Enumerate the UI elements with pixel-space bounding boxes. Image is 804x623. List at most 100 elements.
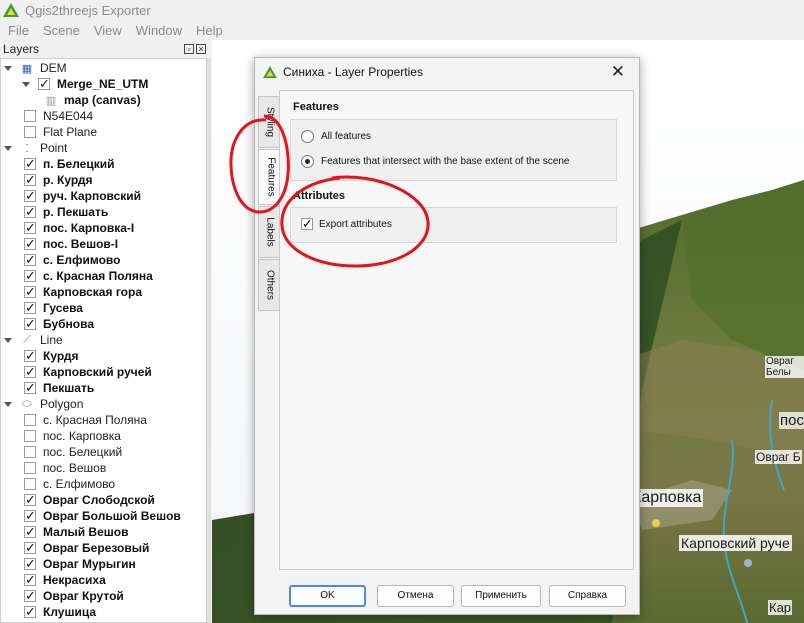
layer-row[interactable]: Овраг Мурыгин bbox=[24, 556, 136, 572]
layer-visibility-checkbox[interactable] bbox=[24, 348, 36, 364]
layer-visibility-checkbox[interactable] bbox=[24, 430, 36, 442]
layer-visibility-checkbox[interactable] bbox=[24, 236, 36, 252]
expand-arrow-icon[interactable] bbox=[4, 64, 12, 72]
layer-row[interactable]: Карповский ручей bbox=[24, 364, 152, 380]
apply-button[interactable]: Применить bbox=[461, 585, 541, 607]
dialog-button-row: OK Отмена Применить Справка bbox=[255, 585, 641, 609]
layer-tree: ▦ DEM Merge_NE_UTM▥ map (canvas) N54E044 Flat… bbox=[0, 58, 207, 623]
menu-help[interactable]: Help bbox=[196, 23, 223, 38]
layer-visibility-checkbox[interactable] bbox=[24, 572, 36, 588]
layer-visibility-checkbox[interactable] bbox=[24, 478, 36, 490]
layer-row[interactable]: пос. Вешов-I bbox=[24, 236, 118, 252]
close-panel-icon[interactable]: × bbox=[196, 44, 206, 54]
dialog-logo-icon bbox=[263, 66, 277, 78]
scene-label-karpovka: Карповка bbox=[630, 489, 704, 507]
layer-row[interactable]: Бубнова bbox=[24, 316, 94, 332]
layer-visibility-checkbox[interactable] bbox=[24, 110, 36, 122]
layer-row[interactable]: пос. Вешов bbox=[24, 460, 106, 476]
layer-row[interactable]: Некрасиха bbox=[24, 572, 106, 588]
annotation-circle-attributes bbox=[280, 175, 430, 268]
layer-tree-scrollbar[interactable] bbox=[207, 58, 211, 623]
layer-row[interactable]: Карповская гора bbox=[24, 284, 142, 300]
layer-row[interactable]: N54E044 bbox=[24, 108, 93, 124]
layer-label: Пекшать bbox=[43, 381, 95, 395]
close-icon[interactable]: ✕ bbox=[611, 62, 625, 82]
layer-visibility-checkbox[interactable] bbox=[24, 540, 36, 556]
layer-group-line[interactable]: ⟋ Line bbox=[4, 332, 63, 348]
layer-row[interactable]: пос. Белецкий bbox=[24, 444, 122, 460]
layer-row[interactable]: Гусева bbox=[24, 300, 83, 316]
expand-arrow-icon[interactable] bbox=[22, 80, 30, 88]
expand-arrow-icon[interactable] bbox=[4, 336, 12, 344]
layer-row[interactable]: Малый Вешов bbox=[24, 524, 128, 540]
layer-visibility-checkbox[interactable] bbox=[24, 364, 36, 380]
layer-row[interactable]: п. Белецкий bbox=[24, 156, 115, 172]
layer-visibility-checkbox[interactable] bbox=[24, 588, 36, 604]
layer-visibility-checkbox[interactable] bbox=[24, 204, 36, 220]
ok-button[interactable]: OK bbox=[289, 585, 366, 607]
layer-visibility-checkbox[interactable] bbox=[24, 172, 36, 188]
layer-row[interactable]: ▥ map (canvas) bbox=[44, 92, 141, 108]
cancel-button[interactable]: Отмена bbox=[377, 585, 454, 607]
radio-all-features[interactable]: All features bbox=[301, 130, 371, 143]
radio-intersect-features-circle[interactable] bbox=[301, 155, 314, 168]
layers-panel-title: Layers bbox=[3, 42, 40, 56]
expand-arrow-icon[interactable] bbox=[4, 400, 12, 408]
scene-label-karpovsky: Карповский руче bbox=[679, 535, 792, 551]
layer-row[interactable]: пос. Карповка-I bbox=[24, 220, 134, 236]
layer-visibility-checkbox[interactable] bbox=[24, 126, 36, 138]
layer-visibility-checkbox[interactable] bbox=[24, 156, 36, 172]
layer-row[interactable]: Овраг Березовый bbox=[24, 540, 149, 556]
layer-label: пос. Вешов-I bbox=[43, 237, 119, 251]
layer-visibility-checkbox[interactable] bbox=[24, 300, 36, 316]
layer-visibility-checkbox[interactable] bbox=[24, 252, 36, 268]
menu-view[interactable]: View bbox=[94, 23, 122, 38]
layer-label: Некрасиха bbox=[43, 573, 106, 587]
radio-intersect-features[interactable]: Features that intersect with the base ex… bbox=[301, 155, 569, 168]
karpovka-marker bbox=[652, 519, 660, 527]
layer-visibility-checkbox[interactable] bbox=[24, 508, 36, 524]
layer-row[interactable]: Клушица bbox=[24, 604, 96, 620]
layer-visibility-checkbox[interactable] bbox=[38, 76, 50, 92]
layer-visibility-checkbox[interactable] bbox=[24, 462, 36, 474]
layer-row[interactable]: с. Красная Поляна bbox=[24, 268, 153, 284]
layer-row[interactable]: р. Курдя bbox=[24, 172, 93, 188]
layer-group-polygon[interactable]: ⬭ Polygon bbox=[4, 396, 83, 412]
layer-row[interactable]: р. Пекшать bbox=[24, 204, 108, 220]
layer-visibility-checkbox[interactable] bbox=[24, 524, 36, 540]
layer-visibility-checkbox[interactable] bbox=[24, 268, 36, 284]
layer-visibility-checkbox[interactable] bbox=[24, 446, 36, 458]
menu-window[interactable]: Window bbox=[136, 23, 182, 38]
radio-all-features-circle[interactable] bbox=[301, 130, 314, 143]
menu-file[interactable]: File bbox=[8, 23, 29, 38]
layer-row[interactable]: с. Елфимово bbox=[24, 476, 115, 492]
layer-visibility-checkbox[interactable] bbox=[24, 220, 36, 236]
layer-visibility-checkbox[interactable] bbox=[24, 284, 36, 300]
layer-row[interactable]: Курдя bbox=[24, 348, 79, 364]
layer-row[interactable]: Овраг Слободской bbox=[24, 492, 155, 508]
layer-visibility-checkbox[interactable] bbox=[24, 188, 36, 204]
expand-arrow-icon[interactable] bbox=[4, 144, 12, 152]
menu-scene[interactable]: Scene bbox=[43, 23, 80, 38]
layer-visibility-checkbox[interactable] bbox=[24, 492, 36, 508]
layer-visibility-checkbox[interactable] bbox=[24, 414, 36, 426]
layer-row[interactable]: руч. Карповский bbox=[24, 188, 141, 204]
layer-row[interactable]: с. Елфимово bbox=[24, 252, 120, 268]
layer-visibility-checkbox[interactable] bbox=[24, 604, 36, 620]
layer-visibility-checkbox[interactable] bbox=[24, 556, 36, 572]
layer-visibility-checkbox[interactable] bbox=[24, 380, 36, 396]
layer-row[interactable]: Овраг Большой Вешов bbox=[24, 508, 181, 524]
layer-label: с. Елфимово bbox=[43, 253, 121, 267]
help-button[interactable]: Справка bbox=[549, 585, 626, 607]
layer-row[interactable]: Овраг Крутой bbox=[24, 588, 124, 604]
layer-visibility-checkbox[interactable] bbox=[24, 316, 36, 332]
layer-group-point[interactable]: ⁚ Point bbox=[4, 140, 67, 156]
layer-row[interactable]: с. Красная Поляна bbox=[24, 412, 147, 428]
layer-group-dem[interactable]: ▦ DEM bbox=[4, 60, 67, 76]
layer-row[interactable]: Flat Plane bbox=[24, 124, 97, 140]
layer-label: р. Курдя bbox=[43, 173, 93, 187]
layer-row[interactable]: пос. Карповка bbox=[24, 428, 121, 444]
float-panel-icon[interactable]: ▫ bbox=[184, 44, 194, 54]
layer-row[interactable]: Пекшать bbox=[24, 380, 94, 396]
layer-row[interactable]: Merge_NE_UTM bbox=[22, 76, 148, 92]
